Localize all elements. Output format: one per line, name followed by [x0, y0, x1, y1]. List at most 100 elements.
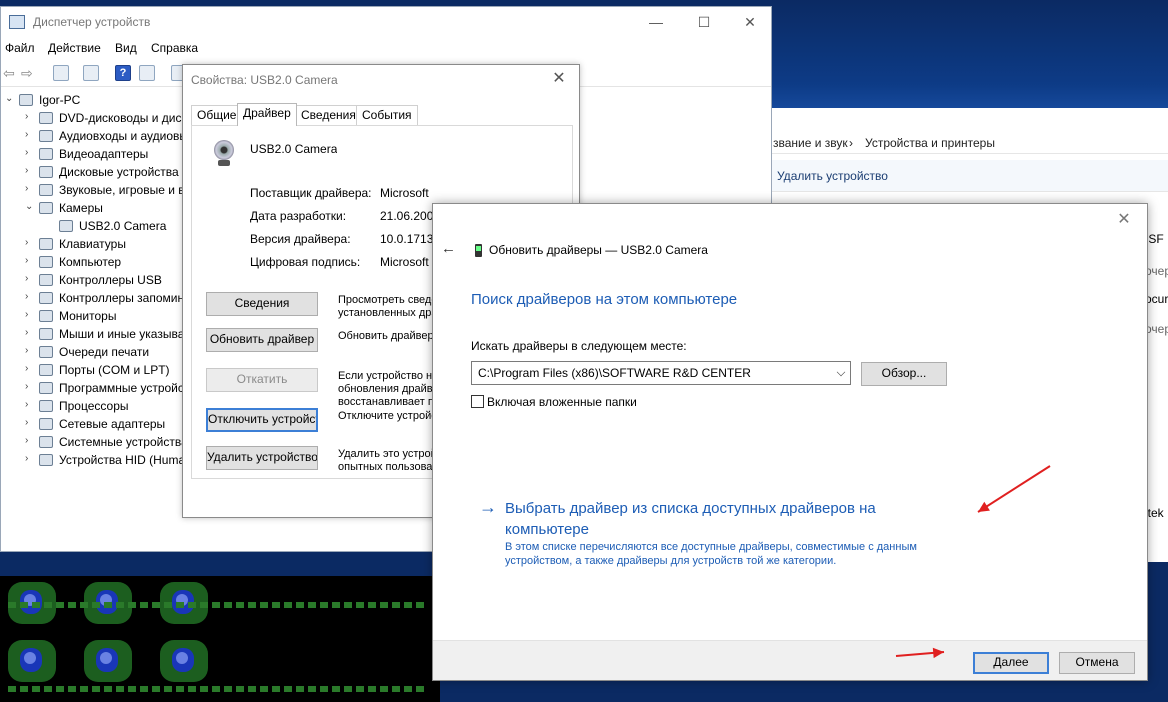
- expanded-chevron-icon[interactable]: ⌄: [5, 93, 15, 104]
- collapsed-chevron-icon[interactable]: ›: [25, 363, 35, 374]
- details-button[interactable]: Сведения: [206, 292, 318, 316]
- tree-item[interactable]: › Контроллеры USB: [25, 271, 187, 289]
- tree-item[interactable]: › Мониторы: [25, 307, 187, 325]
- update-driver-button[interactable]: Обновить драйвер: [206, 328, 318, 352]
- tab-driver[interactable]: Драйвер: [237, 103, 297, 126]
- bg-tile: [160, 640, 208, 682]
- tree-item[interactable]: › Аудиовходы и аудиовыходы: [25, 127, 187, 145]
- collapsed-chevron-icon[interactable]: ›: [25, 237, 35, 248]
- tree-item[interactable]: › Мыши и иные указывающие устройства: [25, 325, 187, 343]
- tree-item[interactable]: ⌄ Igor-PC: [5, 91, 187, 109]
- tree-item[interactable]: › Компьютер: [25, 253, 187, 271]
- tree-item[interactable]: › Процессоры: [25, 397, 187, 415]
- driver-field-label: Дата разработки:: [250, 209, 347, 223]
- collapsed-chevron-icon[interactable]: ›: [25, 147, 35, 158]
- tree-item[interactable]: › DVD-дисководы и дисководы компакт-диско…: [25, 109, 187, 127]
- browse-button[interactable]: Обзор...: [861, 362, 947, 386]
- forward-arrow-icon[interactable]: ⇨: [21, 65, 33, 82]
- back-arrow-icon[interactable]: ⇦: [3, 65, 15, 82]
- tree-item-label: Дисковые устройства: [59, 165, 179, 179]
- collapsed-chevron-icon[interactable]: ›: [25, 309, 35, 320]
- collapsed-chevron-icon[interactable]: ›: [25, 345, 35, 356]
- collapsed-chevron-icon[interactable]: ›: [25, 111, 35, 122]
- tree-item-label: Устройства HID (Human Interface Devices): [59, 453, 187, 467]
- tab-details[interactable]: Сведения: [295, 105, 362, 125]
- include-subfolders-checkbox[interactable]: [471, 395, 484, 408]
- tree-item-label: USB2.0 Camera: [79, 219, 167, 233]
- tree-item[interactable]: USB2.0 Camera: [45, 217, 187, 235]
- tab-general[interactable]: Общие: [191, 105, 243, 125]
- driver-path-combobox[interactable]: C:\Program Files (x86)\SOFTWARE R&D CENT…: [471, 361, 851, 385]
- disable-device-button[interactable]: Отключить устройство: [206, 408, 318, 432]
- collapsed-chevron-icon[interactable]: ›: [25, 129, 35, 140]
- driver-field-label: Цифровая подпись:: [250, 255, 361, 269]
- collapsed-chevron-icon[interactable]: ›: [25, 183, 35, 194]
- menu-view[interactable]: Вид: [115, 41, 137, 55]
- arrow-right-icon[interactable]: →: [479, 497, 497, 518]
- tree-item[interactable]: › Сетевые адаптеры: [25, 415, 187, 433]
- tree-item[interactable]: › Очереди печати: [25, 343, 187, 361]
- uninstall-device-button[interactable]: Удалить устройство: [206, 446, 318, 470]
- tree-item[interactable]: › Порты (COM и LPT): [25, 361, 187, 379]
- minimize-icon[interactable]: —: [633, 11, 679, 33]
- maximize-icon[interactable]: ☐: [681, 11, 727, 33]
- collapsed-chevron-icon[interactable]: ›: [25, 255, 35, 266]
- close-icon[interactable]: ✕: [727, 11, 773, 33]
- menu-action[interactable]: Действие: [48, 41, 101, 55]
- breadcrumb-item[interactable]: Устройства и принтеры: [865, 136, 995, 150]
- tree-item[interactable]: › Дисковые устройства: [25, 163, 187, 181]
- tree-item[interactable]: › Видеоадаптеры: [25, 145, 187, 163]
- tree-item[interactable]: › Программные устройства: [25, 379, 187, 397]
- dvd-icon: [39, 112, 53, 124]
- dialog-title: Свойства: USB2.0 Camera: [191, 73, 338, 87]
- tree-item[interactable]: › Контроллеры запоминающих устройств: [25, 289, 187, 307]
- collapsed-chevron-icon[interactable]: ›: [25, 165, 35, 176]
- tree-item[interactable]: ⌄ Камеры: [25, 199, 187, 217]
- device-status-fragment: очере: [1145, 264, 1168, 278]
- collapsed-chevron-icon[interactable]: ›: [25, 327, 35, 338]
- chevron-down-icon[interactable]: [836, 367, 846, 377]
- device-name: USB2.0 Camera: [250, 142, 338, 156]
- pick-driver-link[interactable]: Выбрать драйвер из списка доступных драй…: [505, 498, 925, 540]
- next-button[interactable]: Далее: [973, 652, 1049, 674]
- rollback-button[interactable]: Откатить: [206, 368, 318, 392]
- collapsed-chevron-icon[interactable]: ›: [25, 453, 35, 464]
- hid-icon: [39, 454, 53, 466]
- properties-icon[interactable]: [53, 65, 69, 81]
- webcam-icon: [59, 220, 73, 232]
- device-label-fragment: ocur: [1145, 292, 1168, 306]
- desktop-background: [770, 0, 1168, 120]
- breadcrumb-separator: ›: [849, 136, 853, 150]
- close-icon[interactable]: ✕: [1109, 208, 1139, 232]
- collapsed-chevron-icon[interactable]: ›: [25, 381, 35, 392]
- back-arrow-icon[interactable]: ←: [441, 240, 461, 258]
- close-icon[interactable]: ✕: [545, 67, 573, 91]
- help-icon[interactable]: ?: [115, 65, 131, 81]
- collapsed-chevron-icon[interactable]: ›: [25, 435, 35, 446]
- collapsed-chevron-icon[interactable]: ›: [25, 291, 35, 302]
- collapsed-chevron-icon[interactable]: ›: [25, 399, 35, 410]
- tree-item[interactable]: › Клавиатуры: [25, 235, 187, 253]
- search-location-label: Искать драйверы в следующем месте:: [471, 339, 687, 353]
- view-icon[interactable]: [139, 65, 155, 81]
- tree-item[interactable]: › Звуковые, игровые и видеоустройства: [25, 181, 187, 199]
- tree-item-label: Igor-PC: [39, 93, 81, 107]
- menu-file[interactable]: Файл: [5, 41, 35, 55]
- bg-dots: [8, 686, 428, 692]
- tree-item-label: Контроллеры запоминающих устройств: [59, 291, 187, 305]
- menu-help[interactable]: Справка: [151, 41, 198, 55]
- cancel-button[interactable]: Отмена: [1059, 652, 1135, 674]
- collapsed-chevron-icon[interactable]: ›: [25, 417, 35, 428]
- network-icon: [39, 418, 53, 430]
- tree-item[interactable]: › Системные устройства: [25, 433, 187, 451]
- expanded-chevron-icon[interactable]: ⌄: [25, 201, 35, 212]
- breadcrumb-item[interactable]: звание и звук: [773, 136, 848, 150]
- disk-icon: [39, 166, 53, 178]
- tree-item[interactable]: › Устройства HID (Human Interface Devices…: [25, 451, 187, 469]
- tab-events[interactable]: События: [356, 105, 418, 125]
- remove-device-command[interactable]: Удалить устройство: [777, 169, 888, 183]
- collapsed-chevron-icon[interactable]: ›: [25, 273, 35, 284]
- webcam-icon: [212, 140, 236, 168]
- list-view-icon[interactable]: [83, 65, 99, 81]
- monitor-icon: [39, 256, 53, 268]
